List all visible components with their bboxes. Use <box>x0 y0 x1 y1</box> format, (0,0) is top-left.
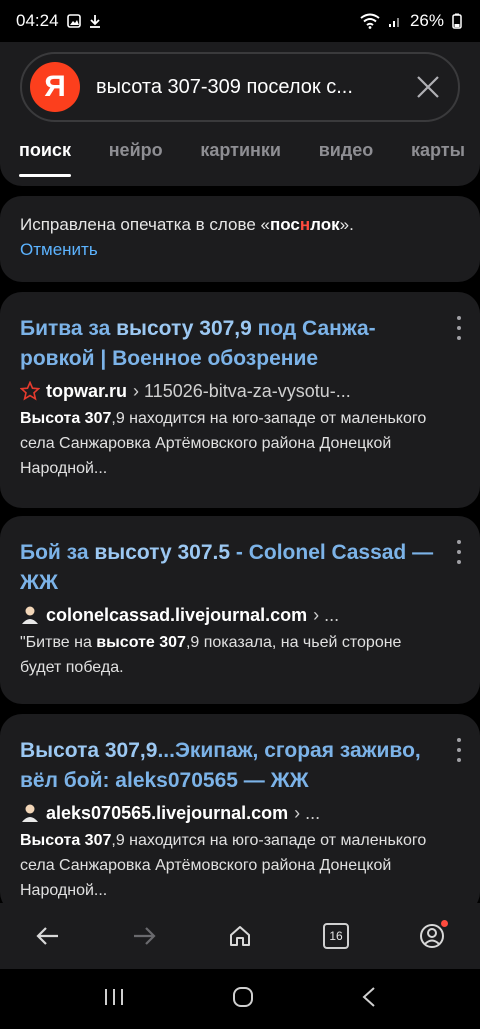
result-source[interactable]: colonelcassad.livejournal.com › ... <box>20 602 434 628</box>
search-input[interactable]: Я высота 307-309 поселок с... <box>20 52 460 122</box>
result-title-link[interactable]: Бой за высоту 307.5 - Colonel Cassad — Ж… <box>20 538 434 598</box>
arrow-left-icon <box>36 927 58 945</box>
result-title-link[interactable]: Высота 307,9...Экипаж, сгорая за­живо, в… <box>20 736 434 796</box>
system-home-button[interactable] <box>232 986 254 1013</box>
more-options-button[interactable] <box>452 738 466 762</box>
clear-search-button[interactable] <box>408 67 448 107</box>
result-path: › ... <box>294 803 321 823</box>
tab-video[interactable]: видео <box>319 140 374 177</box>
tabs-button[interactable]: 16 <box>312 912 360 960</box>
system-back-button[interactable] <box>361 986 377 1013</box>
user-icon <box>20 605 40 625</box>
typo-correction-card: Исправлена опечатка в слове «поснлок». О… <box>0 196 480 282</box>
result-source[interactable]: topwar.ru › 115026-bitva-za-vysotu-... <box>20 378 434 404</box>
result-domain: colonelcassad.livejournal.com <box>46 605 308 625</box>
tab-neuro[interactable]: нейро <box>109 140 163 177</box>
result-snippet: "Битве на высоте 307,9 показала, на чьей… <box>20 634 402 676</box>
status-bar: 04:24 26% <box>0 0 480 42</box>
search-result: Битва за высоту 307,9 под Санжа­ровкой |… <box>0 292 480 508</box>
browser-toolbar: 16 <box>0 903 480 969</box>
star-icon <box>20 381 40 401</box>
user-icon <box>20 803 40 823</box>
forward-button[interactable] <box>120 912 168 960</box>
result-source[interactable]: aleks070565.livejournal.com › ... <box>20 800 434 826</box>
home-button[interactable] <box>216 912 264 960</box>
image-icon <box>66 14 81 28</box>
recents-icon <box>105 988 124 1005</box>
arrow-right-icon <box>134 927 156 945</box>
cancel-correction-link[interactable]: Отменить <box>20 237 460 262</box>
typo-correction-text: Исправлена опечатка в слове «поснлок». <box>20 215 354 234</box>
result-snippet: Высота 307,9 находится на юго-западе от … <box>20 410 427 477</box>
tab-maps[interactable]: карты <box>411 140 465 177</box>
result-title-link[interactable]: Битва за высоту 307,9 под Санжа­ровкой |… <box>20 314 434 374</box>
more-options-button[interactable] <box>452 540 466 564</box>
search-tabs: поиск нейро картинки видео карты <box>19 140 465 177</box>
result-path: › 115026-bitva-za-vysotu-... <box>133 381 351 401</box>
result-domain: topwar.ru <box>46 381 128 401</box>
result-path: › ... <box>313 605 340 625</box>
result-domain: aleks070565.livejournal.com <box>46 803 289 823</box>
search-query[interactable]: высота 307-309 поселок с... <box>96 76 392 99</box>
search-result: Бой за высоту 307.5 - Colonel Cassad — Ж… <box>0 516 480 704</box>
search-result: Высота 307,9...Экипаж, сгорая за­живо, в… <box>0 714 480 914</box>
more-options-button[interactable] <box>452 316 466 340</box>
search-header: Я высота 307-309 поселок с... поиск нейр… <box>0 42 480 186</box>
back-button[interactable] <box>24 912 72 960</box>
chevron-left-icon <box>362 986 375 1007</box>
profile-button[interactable] <box>408 912 456 960</box>
tabs-count: 16 <box>323 923 349 949</box>
tab-images[interactable]: картинки <box>200 140 281 177</box>
download-icon <box>89 14 101 28</box>
home-circle-icon <box>232 986 253 1007</box>
status-time: 04:24 <box>16 11 59 30</box>
home-icon <box>230 926 250 946</box>
system-nav-bar <box>0 969 480 1029</box>
battery-icon <box>452 13 462 29</box>
battery-percent: 26% <box>409 11 444 30</box>
yandex-logo[interactable]: Я <box>30 62 80 112</box>
signal-icon <box>388 14 402 28</box>
close-icon <box>417 76 439 98</box>
wifi-icon <box>360 13 380 29</box>
notification-dot <box>441 920 448 927</box>
tab-search[interactable]: поиск <box>19 140 71 177</box>
recent-apps-button[interactable] <box>103 987 125 1012</box>
result-snippet: Высота 307,9 находится на юго-западе от … <box>20 832 427 899</box>
account-icon <box>420 924 444 948</box>
